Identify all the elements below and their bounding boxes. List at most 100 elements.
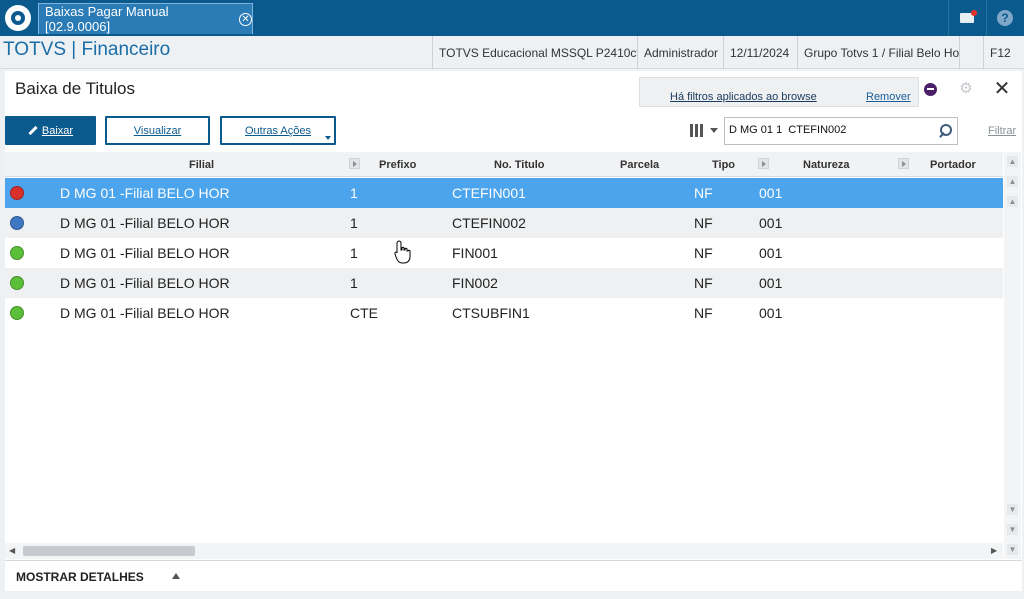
cell-prefixo: 1: [350, 185, 358, 201]
outras-acoes-button[interactable]: Outras Ações: [220, 116, 336, 145]
cell-natureza: 001: [759, 275, 783, 291]
cell-titulo: FIN002: [452, 275, 498, 291]
columns-icon-bar: [700, 124, 703, 137]
baixar-button[interactable]: Baixar: [5, 116, 96, 145]
search-icon[interactable]: [939, 124, 952, 137]
chevron-down-icon: [710, 128, 718, 133]
baixar-label: Baixar: [41, 124, 74, 137]
col-titulo[interactable]: No. Titulo: [494, 159, 545, 171]
filter-notice: Há filtros aplicados ao browse Remover: [639, 77, 919, 107]
status-blue-icon: [10, 216, 24, 230]
vertical-scrollbar[interactable]: ▲ ▲ ▲ ▼ ▼ ▼: [1004, 152, 1021, 559]
environment-info[interactable]: TOTVS Educacional MSSQL P2410cte: [432, 36, 637, 69]
chevron-down-icon: [325, 136, 331, 140]
cell-filial: D MG 01 -Filial BELO HOR: [60, 245, 230, 261]
header-spacer: [959, 36, 983, 69]
user-info[interactable]: Administrador: [637, 36, 723, 69]
visualizar-label: Visualizar: [133, 124, 182, 137]
col-tipo[interactable]: Tipo: [712, 159, 735, 171]
cell-prefixo: 1: [350, 275, 358, 291]
date-info[interactable]: 12/11/2024: [723, 36, 797, 69]
table-row[interactable]: D MG 01 -Filial BELO HOR 1 FIN002 NF 001: [5, 268, 1003, 298]
horizontal-scrollbar[interactable]: ◀ ▶: [5, 543, 1003, 559]
top-bar: Baixas Pagar Manual [02.9.0006] ✕ ?: [0, 0, 1024, 36]
search-input[interactable]: [729, 124, 929, 136]
gear-icon[interactable]: ⚙: [958, 81, 974, 97]
table-row[interactable]: D MG 01 -Filial BELO HOR CTE CTSUBFIN1 N…: [5, 298, 1003, 328]
cell-filial: D MG 01 -Filial BELO HOR: [60, 275, 230, 291]
visualizar-button[interactable]: Visualizar: [105, 116, 210, 145]
messages-button[interactable]: [948, 0, 985, 36]
column-sort-icon[interactable]: [898, 158, 909, 169]
scroll-bottom-icon[interactable]: ▼: [1007, 544, 1018, 555]
cell-titulo: CTEFIN002: [452, 215, 526, 231]
cell-titulo: CTEFIN001: [452, 185, 526, 201]
cell-natureza: 001: [759, 305, 783, 321]
totvs-logo-icon[interactable]: [5, 5, 31, 31]
outras-acoes-label: Outras Ações: [244, 124, 312, 137]
details-label: MOSTRAR DETALHES: [16, 570, 144, 584]
columns-icon-bar: [695, 124, 698, 137]
col-filial[interactable]: Filial: [189, 159, 214, 171]
close-icon[interactable]: ✕: [992, 79, 1012, 99]
chevron-up-icon: [172, 573, 180, 579]
grid-header: Filial Prefixo No. Titulo Parcela Tipo N…: [5, 152, 1003, 177]
f12-shortcut[interactable]: F12: [983, 36, 1024, 69]
titles-grid: Filial Prefixo No. Titulo Parcela Tipo N…: [5, 152, 1003, 543]
status-green-icon: [10, 306, 24, 320]
cell-titulo: FIN001: [452, 245, 498, 261]
branch-info[interactable]: Grupo Totvs 1 / Filial Belo Hor: [797, 36, 959, 69]
baixa-titulos-panel: Baixa de Titulos Há filtros aplicados ao…: [5, 71, 1022, 591]
scroll-right-icon[interactable]: ▶: [991, 546, 997, 555]
cell-titulo: CTSUBFIN1: [452, 305, 530, 321]
status-red-icon: [10, 186, 24, 200]
cell-prefixo: CTE: [350, 305, 378, 321]
page-title: Baixa de Titulos: [15, 79, 136, 98]
filter-notice-link[interactable]: Há filtros aplicados ao browse: [670, 91, 817, 103]
tab-baixas-pagar-manual[interactable]: Baixas Pagar Manual [02.9.0006] ✕: [38, 3, 253, 34]
details-toggle[interactable]: MOSTRAR DETALHES: [5, 560, 1022, 591]
cell-natureza: 001: [759, 185, 783, 201]
column-selector[interactable]: [685, 117, 725, 144]
cell-prefixo: 1: [350, 215, 358, 231]
app-header: TOTVS | Financeiro TOTVS Educacional MSS…: [0, 36, 1024, 69]
scroll-thumb[interactable]: [23, 546, 195, 556]
filtrar-link[interactable]: Filtrar: [988, 125, 1016, 137]
col-portador[interactable]: Portador: [930, 159, 976, 171]
minus-circle-icon[interactable]: [924, 83, 937, 96]
cell-natureza: 001: [759, 245, 783, 261]
search-box[interactable]: [724, 117, 958, 145]
table-row[interactable]: D MG 01 -Filial BELO HOR 1 FIN001 NF 001: [5, 238, 1003, 268]
scroll-top-icon[interactable]: ▲: [1007, 156, 1018, 167]
table-row[interactable]: D MG 01 -Filial BELO HOR 1 CTEFIN001 NF …: [5, 178, 1003, 208]
remove-filter-link[interactable]: Remover: [866, 91, 911, 103]
column-sort-icon[interactable]: [349, 158, 360, 169]
tab-close-icon[interactable]: ✕: [239, 12, 252, 26]
mail-icon: [960, 10, 977, 23]
column-sort-icon[interactable]: [758, 158, 769, 169]
col-prefixo[interactable]: Prefixo: [379, 159, 416, 171]
cell-tipo: NF: [694, 245, 713, 261]
hand-cursor-icon: [394, 240, 411, 264]
cell-tipo: NF: [694, 305, 713, 321]
scroll-up-icon[interactable]: ▲: [1007, 196, 1018, 207]
scroll-left-icon[interactable]: ◀: [9, 546, 15, 555]
scroll-page-down-icon[interactable]: ▼: [1007, 524, 1018, 535]
cell-tipo: NF: [694, 215, 713, 231]
status-green-icon: [10, 276, 24, 290]
scroll-page-up-icon[interactable]: ▲: [1007, 176, 1018, 187]
cell-filial: D MG 01 -Filial BELO HOR: [60, 215, 230, 231]
tab-title: Baixas Pagar Manual [02.9.0006]: [45, 4, 169, 34]
cell-filial: D MG 01 -Filial BELO HOR: [60, 185, 230, 201]
col-parcela[interactable]: Parcela: [620, 159, 659, 171]
help-button[interactable]: ?: [986, 0, 1023, 36]
cell-tipo: NF: [694, 275, 713, 291]
col-natureza[interactable]: Natureza: [803, 159, 849, 171]
pencil-icon: [28, 125, 38, 136]
help-icon: ?: [997, 10, 1013, 26]
scroll-down-icon[interactable]: ▼: [1007, 504, 1018, 515]
status-green-icon: [10, 246, 24, 260]
table-row[interactable]: D MG 01 -Filial BELO HOR 1 CTEFIN002 NF …: [5, 208, 1003, 238]
cell-natureza: 001: [759, 215, 783, 231]
columns-icon: [690, 124, 693, 137]
